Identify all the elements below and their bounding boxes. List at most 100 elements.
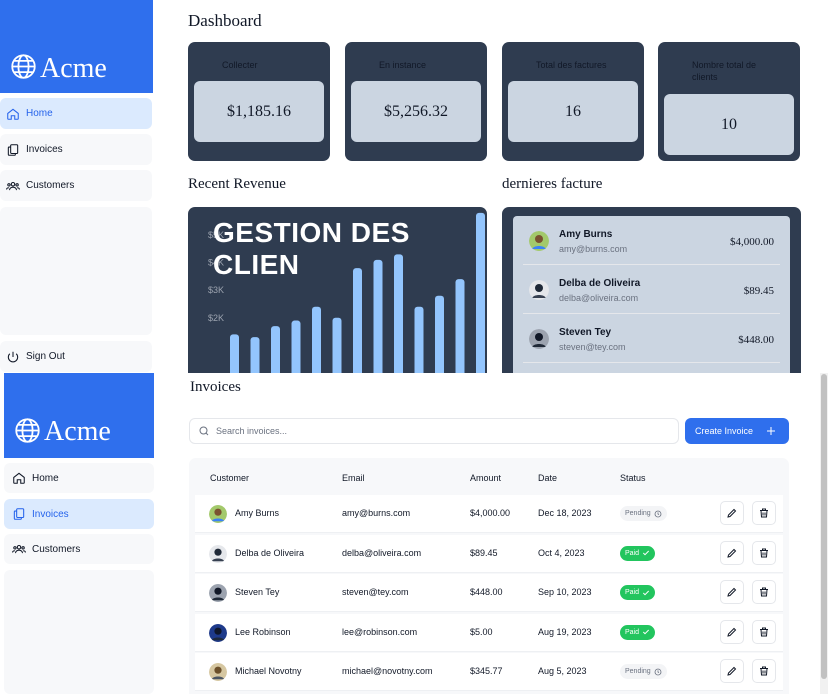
latest-invoices-panel: Amy Burns amy@burns.com $4,000.00 Delba …: [502, 207, 801, 373]
sidebar-item-label: Home: [32, 472, 59, 484]
user-group-icon: [6, 181, 20, 190]
create-invoice-button[interactable]: Create Invoice: [685, 418, 789, 444]
card-label: Collecter: [222, 60, 258, 70]
customer-name: Delba de Oliveira: [235, 547, 305, 558]
create-invoice-label: Create Invoice: [695, 426, 754, 436]
sidebar-item-label: Customers: [26, 180, 75, 191]
table-row[interactable]: Delba de Oliveira delba@oliveira.com $89.4…: [195, 534, 783, 573]
invoice-date: Sep 10, 2023: [538, 587, 592, 597]
check-icon: [642, 629, 650, 635]
revenue-bar: [435, 295, 444, 373]
pencil-icon: [727, 627, 737, 637]
search-icon: [199, 426, 209, 436]
sidebar-item-invoices[interactable]: Invoices: [0, 134, 152, 165]
trash-icon: [760, 548, 768, 557]
list-item[interactable]: Amy Burns amy@burns.com $4,000.00: [523, 216, 780, 265]
customer-name: Steven Tey: [235, 587, 280, 597]
customer-email: lee@robinson.com: [342, 626, 418, 637]
page-title: Dashboard: [188, 11, 262, 30]
sidebar-item-invoices[interactable]: Invoices: [4, 499, 154, 529]
brand-name: Acme: [40, 53, 107, 84]
sidebar-item-home[interactable]: Home: [0, 98, 152, 129]
sidebar-item-label: Invoices: [26, 144, 63, 155]
invoice-date: Aug 19, 2023: [538, 626, 592, 637]
revenue-bar: [230, 334, 239, 373]
search-input[interactable]: Search invoices...: [189, 418, 679, 444]
card-value: 16: [508, 81, 638, 142]
sign-out-button[interactable]: Sign Out: [0, 341, 152, 372]
globe-icon: [15, 418, 40, 443]
invoice-date: Aug 5, 2023: [538, 666, 587, 676]
status-label: Pending: [625, 510, 651, 517]
edit-button[interactable]: [720, 580, 744, 604]
brand-logo[interactable]: Acme: [4, 373, 154, 458]
customer-name: Amy Burns: [559, 229, 613, 240]
document-duplicate-icon: [7, 143, 19, 156]
recent-revenue-title: Recent Revenue: [188, 176, 286, 192]
delete-button[interactable]: [752, 501, 776, 525]
avatar: [529, 329, 549, 349]
delete-button[interactable]: [752, 659, 776, 683]
column-header: Email: [342, 473, 365, 483]
latest-invoices-list: Amy Burns amy@burns.com $4,000.00 Delba …: [513, 216, 790, 373]
card-value: 10: [664, 94, 794, 155]
customer-email: steven@tey.com: [342, 587, 409, 597]
avatar: [209, 623, 227, 642]
scrollbar-thumb[interactable]: [821, 374, 827, 679]
card-label: Nombre total de clients: [692, 60, 757, 83]
invoice-amount: $5.00: [470, 626, 493, 637]
avatar: [209, 505, 227, 523]
trash-icon: [760, 666, 768, 676]
table-row[interactable]: Amy Burns amy@burns.com $4,000.00 Dec 18, 2…: [195, 495, 783, 533]
stat-card-pending: En instance $5,256.32: [345, 42, 487, 161]
sidebar-item-customers[interactable]: Customers: [4, 534, 154, 564]
invoice-amount: $89.45: [743, 285, 774, 297]
edit-button[interactable]: [720, 619, 744, 644]
sign-out-label: Sign Out: [26, 351, 65, 362]
status-label: Paid: [625, 589, 640, 596]
delete-button[interactable]: [752, 540, 776, 565]
list-item[interactable]: Steven Tey steven@tey.com $448.00: [523, 314, 780, 363]
brand-logo[interactable]: Acme: [0, 0, 153, 93]
list-item[interactable]: Delba de Oliveira delba@oliveira.com $89…: [523, 265, 780, 314]
table-row[interactable]: Steven Tey steven@tey.com $448.00 Sep 10, 2…: [195, 574, 783, 612]
invoices-table: Customer Email Amount Date Status Amy Bu…: [189, 458, 789, 694]
customer-email: amy@burns.com: [559, 244, 628, 254]
y-tick-label: $3K: [208, 285, 224, 295]
status-label: Paid: [625, 549, 640, 557]
customer-name: Amy Burns: [235, 508, 280, 518]
overlay-banner-text: GESTION DES CLIEN: [213, 217, 410, 280]
customer-email: michael@novotny.com: [342, 666, 433, 676]
sidebar-item-label: Home: [26, 108, 53, 119]
customer-email: delba@oliveira.com: [559, 293, 639, 303]
avatar: [529, 231, 549, 251]
trash-icon: [760, 627, 768, 636]
customer-email: delba@oliveira.com: [342, 547, 422, 558]
status-badge: Paid: [620, 585, 656, 600]
customer-email: amy@burns.com: [342, 508, 411, 518]
edit-button[interactable]: [720, 540, 744, 565]
delete-button[interactable]: [752, 619, 776, 644]
check-icon: [642, 590, 650, 595]
edit-button[interactable]: [720, 501, 744, 525]
revenue-bar: [312, 306, 321, 373]
status-badge: Pending: [620, 506, 667, 521]
clock-icon: [654, 510, 662, 517]
avatar: [209, 584, 227, 602]
sidebar-spacer: [0, 207, 152, 335]
edit-button[interactable]: [720, 659, 744, 683]
invoice-amount: $89.45: [470, 547, 498, 558]
sidebar-item-customers[interactable]: Customers: [0, 170, 152, 201]
avatar: [209, 544, 227, 563]
table-row[interactable]: Michael Novotny michael@novotny.com $345.7…: [195, 653, 783, 691]
sidebar-item-home[interactable]: Home: [4, 463, 154, 493]
revenue-bar: [271, 326, 280, 373]
table-row[interactable]: Lee Robinson lee@robinson.com $5.00 Aug 19,…: [195, 613, 783, 652]
delete-button[interactable]: [752, 580, 776, 604]
user-group-icon: [12, 544, 26, 554]
card-label: Total des factures: [536, 60, 607, 70]
invoice-date: Dec 18, 2023: [538, 508, 592, 518]
status-label: Pending: [625, 668, 651, 675]
search-placeholder: Search invoices...: [216, 426, 288, 436]
card-label: En instance: [379, 60, 427, 70]
